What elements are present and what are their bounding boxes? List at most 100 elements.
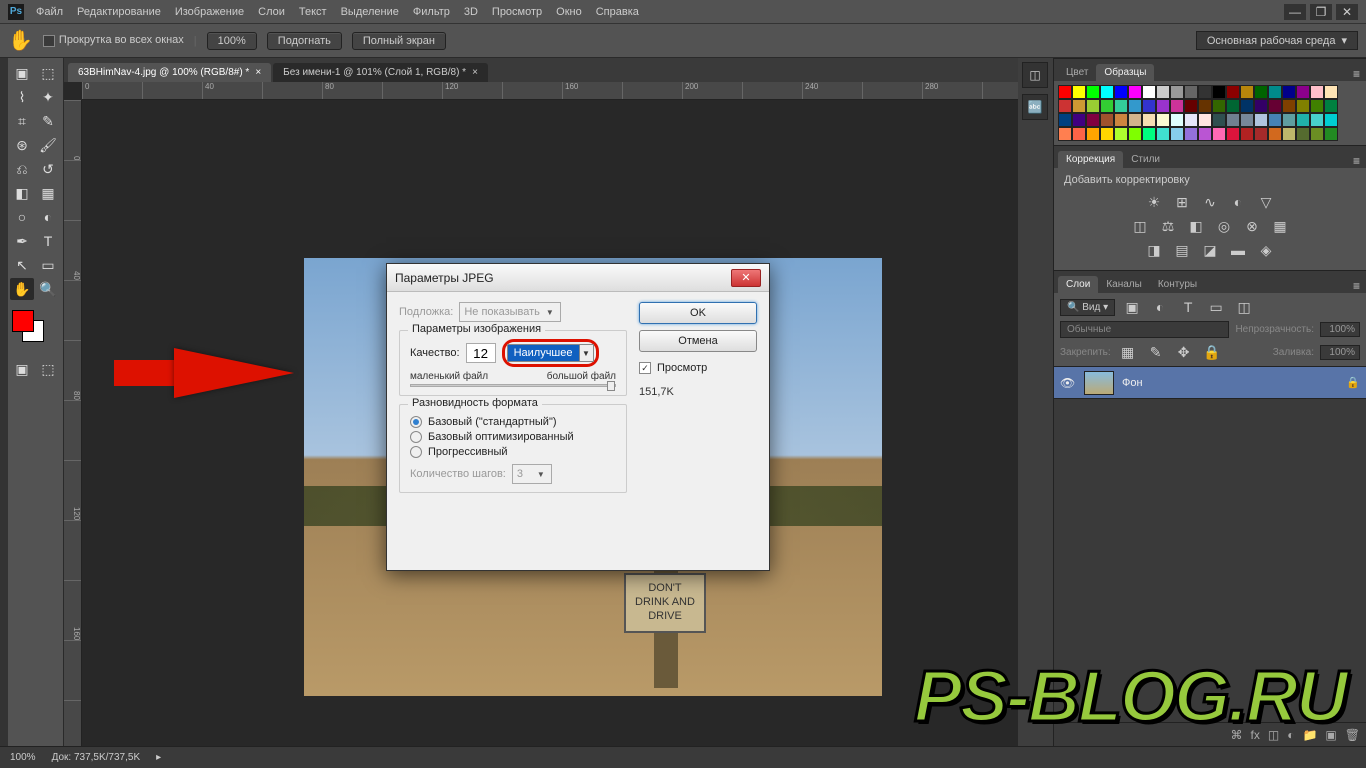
quality-input[interactable] [466,343,496,363]
swatch[interactable] [1170,85,1184,99]
swatch[interactable] [1184,85,1198,99]
stamp-tool[interactable]: ⎌ [10,158,34,180]
filter-shape-icon[interactable]: ▭ [1205,297,1227,317]
pen-tool[interactable]: ✒ [10,230,34,252]
fill-input[interactable]: 100% [1320,345,1360,360]
balance-icon[interactable]: ⚖ [1157,216,1179,236]
menu-select[interactable]: Выделение [341,6,399,18]
swatch[interactable] [1282,113,1296,127]
fit-button[interactable]: Подогнать [267,32,342,50]
zoom-tool[interactable]: 🔍 [36,278,60,300]
workspace-selector[interactable]: Основная рабочая среда▾ [1196,31,1358,50]
zoom-status[interactable]: 100% [10,752,36,763]
blend-mode-combo[interactable]: Обычные [1060,321,1229,338]
swatch[interactable] [1058,85,1072,99]
minimize-button[interactable]: — [1284,4,1306,20]
swatch[interactable] [1324,99,1338,113]
swatch[interactable] [1310,113,1324,127]
blur-tool[interactable]: ○ [10,206,34,228]
swatch[interactable] [1268,99,1282,113]
dodge-tool[interactable]: ◐ [36,206,60,228]
layer-filter-combo[interactable]: 🔍 Вид ▾ [1060,299,1115,316]
swatch[interactable] [1198,127,1212,141]
layers-tab[interactable]: Слои [1058,276,1098,293]
swatch[interactable] [1072,99,1086,113]
swatch[interactable] [1198,85,1212,99]
format-optimized-radio[interactable]: Базовый оптимизированный [410,431,616,443]
menu-window[interactable]: Окно [556,6,582,18]
swatch[interactable] [1212,99,1226,113]
panel-strip-button[interactable]: 🔤 [1022,94,1048,120]
swatch[interactable] [1310,99,1324,113]
swatch[interactable] [1114,99,1128,113]
swatch[interactable] [1198,113,1212,127]
swatch[interactable] [1086,127,1100,141]
swatch[interactable] [1282,85,1296,99]
lookup-icon[interactable]: ▦ [1269,216,1291,236]
color-swatches[interactable] [10,310,50,350]
swatch[interactable] [1114,113,1128,127]
channels-tab[interactable]: Каналы [1098,276,1150,293]
lock-pixels-icon[interactable]: ▦ [1117,342,1139,362]
chevron-down-icon[interactable]: ▼ [580,344,594,362]
screenmode-tool[interactable]: ⬚ [36,358,60,380]
swatch[interactable] [1254,99,1268,113]
path-tool[interactable]: ↖ [10,254,34,276]
lock-position-icon[interactable]: ✎ [1145,342,1167,362]
panel-strip-button[interactable]: ◫ [1022,62,1048,88]
swatch[interactable] [1324,113,1338,127]
hue-icon[interactable]: ◫ [1129,216,1151,236]
fullscreen-button[interactable]: Полный экран [352,32,446,50]
swatch[interactable] [1100,127,1114,141]
swatch[interactable] [1114,85,1128,99]
swatch[interactable] [1212,127,1226,141]
swatch[interactable] [1142,113,1156,127]
swatch[interactable] [1142,99,1156,113]
swatch[interactable] [1296,127,1310,141]
swatch[interactable] [1310,85,1324,99]
layer-name[interactable]: Фон [1122,377,1143,389]
close-icon[interactable]: × [255,67,261,78]
swatch[interactable] [1324,85,1338,99]
swatches-tab[interactable]: Образцы [1096,64,1154,81]
swatch[interactable] [1086,113,1100,127]
exposure-icon[interactable]: ◐ [1227,192,1249,212]
swatch[interactable] [1142,85,1156,99]
swatch[interactable] [1058,113,1072,127]
wand-tool[interactable]: ✦ [36,86,60,108]
dialog-titlebar[interactable]: Параметры JPEG ✕ [387,264,769,292]
swatch[interactable] [1184,113,1198,127]
history-brush-tool[interactable]: ↺ [36,158,60,180]
swatch[interactable] [1086,99,1100,113]
swatch[interactable] [1072,113,1086,127]
quality-preset-combo[interactable]: Наилучшее [507,344,580,362]
swatch[interactable] [1100,99,1114,113]
swatch[interactable] [1240,127,1254,141]
swatch[interactable] [1170,99,1184,113]
close-button[interactable]: ✕ [1336,4,1358,20]
swatch[interactable] [1324,127,1338,141]
threshold-icon[interactable]: ◪ [1199,240,1221,260]
swatch[interactable] [1128,99,1142,113]
swatch[interactable] [1226,99,1240,113]
paths-tab[interactable]: Контуры [1150,276,1205,293]
document-tab-1[interactable]: 63BHimNav-4.jpg @ 100% (RGB/8#) *× [68,63,271,82]
swatch[interactable] [1156,127,1170,141]
foreground-color[interactable] [12,310,34,332]
format-progressive-radio[interactable]: Прогрессивный [410,446,616,458]
menu-filter[interactable]: Фильтр [413,6,450,18]
swatch[interactable] [1240,113,1254,127]
gradient-map-icon[interactable]: ▬ [1227,240,1249,260]
swatch[interactable] [1170,113,1184,127]
crop-tool[interactable]: ⌗ [10,110,34,132]
swatch[interactable] [1198,99,1212,113]
swatch[interactable] [1114,127,1128,141]
doc-size-status[interactable]: Док: 737,5K/737,5K [52,752,141,763]
swatch[interactable] [1100,85,1114,99]
swatch[interactable] [1254,85,1268,99]
swatch[interactable] [1240,99,1254,113]
menu-file[interactable]: Файл [36,6,63,18]
swatch[interactable] [1296,85,1310,99]
shape-tool[interactable]: ▭ [36,254,60,276]
swatch[interactable] [1156,99,1170,113]
